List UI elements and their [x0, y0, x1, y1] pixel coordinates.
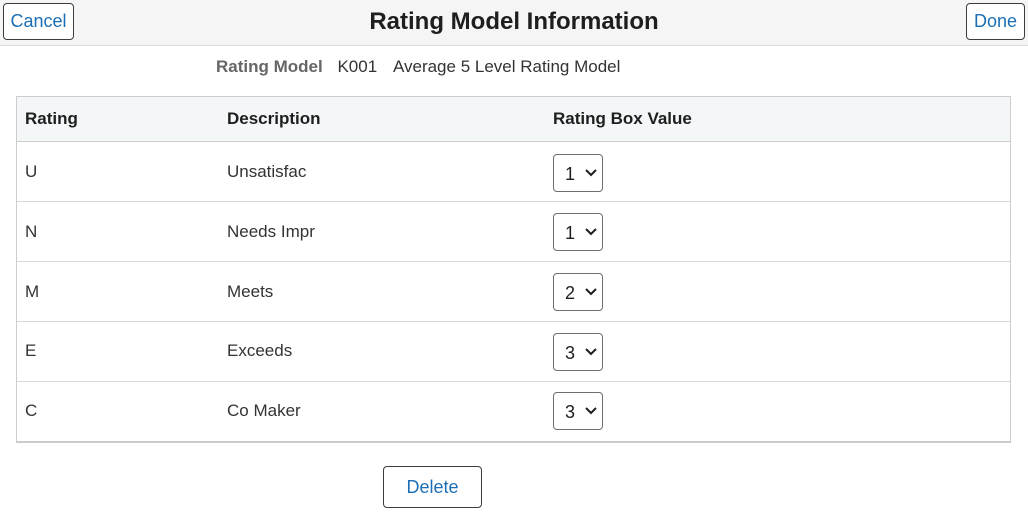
rating-grid: Rating Description Rating Box Value U Un…	[16, 96, 1011, 443]
rating-model-label: Rating Model	[216, 57, 323, 76]
rating-cell: U	[25, 162, 38, 181]
grid-header-row: Rating Description Rating Box Value	[17, 97, 1010, 142]
column-header-rating-box-value: Rating Box Value	[553, 109, 692, 128]
column-header-rating: Rating	[25, 109, 78, 128]
chevron-down-icon	[585, 228, 597, 236]
rating-model-code: K001	[337, 57, 378, 76]
description-cell: Unsatisfac	[227, 162, 307, 181]
delete-button[interactable]: Delete	[383, 466, 482, 508]
rating-cell: M	[25, 282, 40, 301]
rating-cell: E	[25, 341, 37, 360]
selected-value: 2	[565, 283, 576, 303]
page-header: Rating Model Information Cancel Done	[0, 0, 1028, 46]
table-row: M Meets 2	[17, 262, 1010, 322]
chevron-down-icon	[585, 288, 597, 296]
rating-box-value-select[interactable]: 2	[553, 273, 603, 311]
chevron-down-icon	[585, 348, 597, 356]
rating-box-value-select[interactable]: 1	[553, 154, 603, 192]
table-row: E Exceeds 3	[17, 322, 1010, 382]
rating-box-value-select[interactable]: 3	[553, 392, 603, 430]
rating-model-description: Average 5 Level Rating Model	[392, 57, 621, 76]
done-button[interactable]: Done	[966, 3, 1025, 40]
cancel-button[interactable]: Cancel	[3, 3, 74, 40]
selected-value: 1	[565, 223, 576, 243]
rating-cell: C	[25, 401, 38, 420]
table-row: N Needs Impr 1	[17, 202, 1010, 262]
page-title: Rating Model Information	[369, 8, 659, 35]
description-cell: Co Maker	[227, 401, 301, 420]
description-cell: Exceeds	[227, 341, 293, 360]
rating-box-value-select[interactable]: 1	[553, 213, 603, 251]
description-cell: Meets	[227, 282, 274, 301]
column-header-description: Description	[227, 109, 321, 128]
selected-value: 3	[565, 402, 576, 422]
selected-value: 1	[565, 164, 576, 184]
table-row: C Co Maker 3	[17, 382, 1010, 442]
description-cell: Needs Impr	[227, 222, 315, 241]
table-row: U Unsatisfac 1	[17, 142, 1010, 202]
selected-value: 3	[565, 343, 576, 363]
chevron-down-icon	[585, 407, 597, 415]
rating-cell: N	[25, 222, 38, 241]
chevron-down-icon	[585, 169, 597, 177]
rating-model-info: Rating Model K001 Average 5 Level Rating…	[216, 57, 620, 77]
rating-box-value-select[interactable]: 3	[553, 333, 603, 371]
